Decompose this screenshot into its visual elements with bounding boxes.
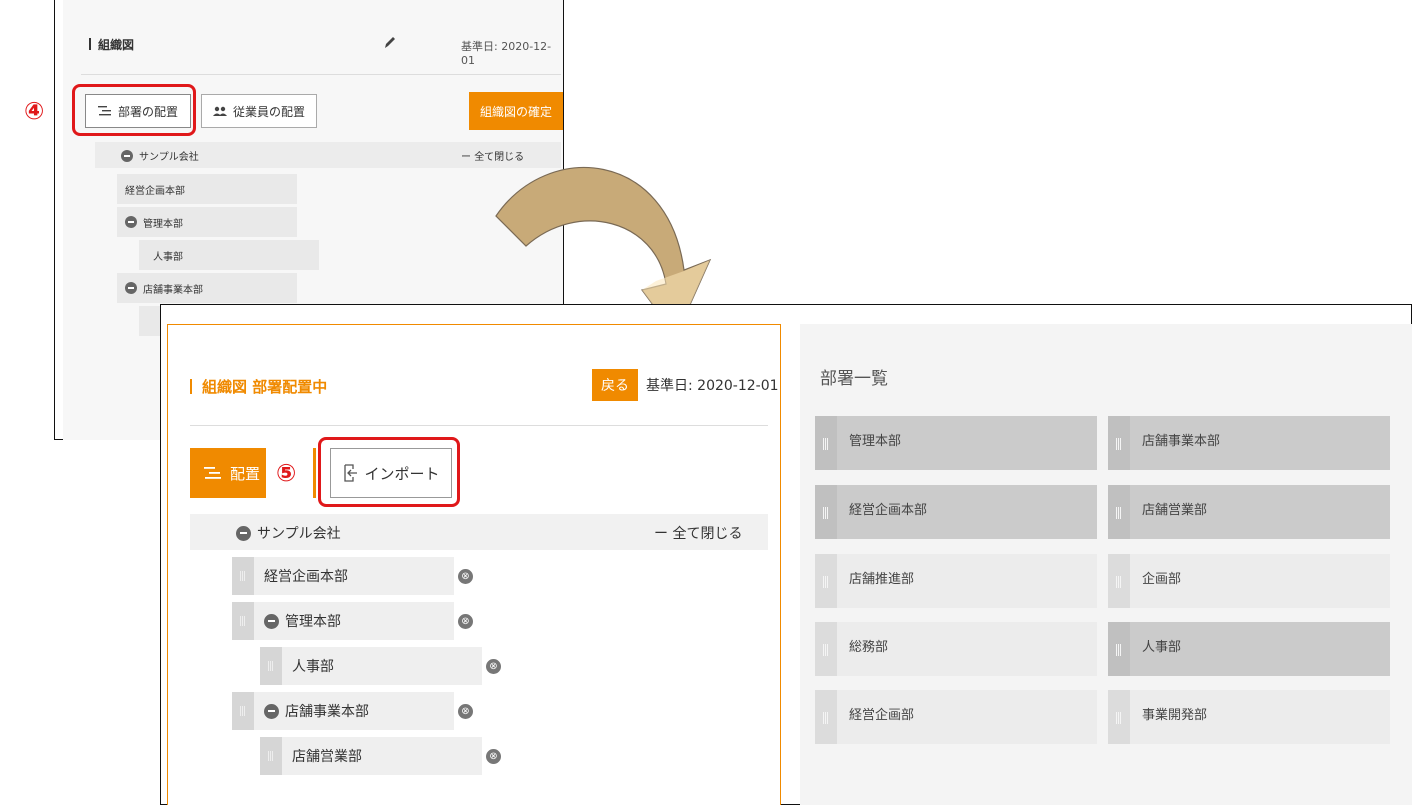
front-base-date: 基準日: 2020-12-01 [646, 378, 779, 394]
drag-handle-icon[interactable] [260, 737, 282, 775]
tree-item[interactable]: 人事部 [260, 647, 482, 685]
tree-item[interactable]: 管理本部 [232, 602, 454, 640]
department-name: 管理本部 [849, 434, 902, 449]
divider [81, 74, 561, 75]
back-base-date: 基準日: 2020-12-01 [461, 40, 552, 67]
department-name: 人事部 [1142, 640, 1182, 655]
department-name: 経営企画部 [849, 708, 915, 723]
tree-item[interactable]: 店舗事業本部 [117, 273, 297, 303]
drag-handle-icon[interactable] [1108, 485, 1130, 539]
drag-handle-icon[interactable] [232, 557, 254, 595]
placement-label: 配置 [230, 464, 261, 483]
department-card[interactable]: 経営企画本部 [815, 485, 1097, 539]
tree-item-label: 店舗営業部 [292, 749, 362, 765]
drag-handle-icon[interactable] [1108, 554, 1130, 608]
tree-item-label: 人事部 [292, 659, 334, 675]
step5-number: ⑤ [276, 459, 297, 487]
department-card[interactable]: 管理本部 [815, 416, 1097, 470]
tree-item-label: 経営企画本部 [264, 569, 348, 585]
tree-root-label: サンプル会社 [139, 152, 199, 163]
tree-item[interactable]: 経営企画本部 [232, 557, 454, 595]
remove-icon[interactable]: ⊗ [486, 749, 501, 764]
drag-handle-icon[interactable] [815, 485, 837, 539]
collapse-icon [236, 525, 251, 541]
collapse-icon[interactable] [264, 703, 279, 719]
remove-icon[interactable]: ⊗ [458, 569, 473, 584]
people-icon [212, 106, 227, 116]
tree-root-label: サンプル会社 [257, 526, 341, 542]
tree-item[interactable]: 管理本部 [117, 207, 297, 237]
drag-handle-icon[interactable] [1108, 622, 1130, 676]
placement-button[interactable]: 配置 [190, 448, 266, 498]
divider [190, 425, 768, 426]
department-card[interactable]: 経営企画部 [815, 690, 1097, 744]
department-card[interactable]: 企画部 [1108, 554, 1390, 608]
front-page-title: 組織図 部署配置中 [190, 376, 327, 397]
tree-root[interactable]: サンプル会社 [121, 148, 199, 163]
front-tree-header: サンプル会社 ー 全て閉じる [190, 514, 768, 550]
collapse-icon[interactable] [125, 282, 137, 294]
tree-item[interactable]: 経営企画本部 [117, 174, 297, 204]
drag-handle-icon[interactable] [1108, 690, 1130, 744]
employee-placement-tab[interactable]: 従業員の配置 [201, 94, 317, 128]
tree-item[interactable]: 人事部 [139, 240, 319, 270]
remove-icon[interactable]: ⊗ [458, 704, 473, 719]
tree-item-label: 管理本部 [285, 614, 341, 630]
department-name: 事業開発部 [1142, 708, 1208, 723]
department-name: 総務部 [849, 640, 889, 655]
back-button[interactable]: 戻る [592, 369, 638, 401]
remove-icon[interactable]: ⊗ [458, 614, 473, 629]
drag-handle-icon[interactable] [232, 602, 254, 640]
drag-handle-icon[interactable] [260, 647, 282, 685]
department-name: 店舗事業本部 [1142, 434, 1221, 449]
collapse-icon [121, 149, 133, 162]
department-card[interactable]: 人事部 [1108, 622, 1390, 676]
drag-handle-icon[interactable] [815, 622, 837, 676]
tree-item-label: 人事部 [153, 251, 183, 263]
drag-handle-icon[interactable] [815, 416, 837, 470]
tree-item[interactable]: 店舗事業本部 [232, 692, 454, 730]
department-card[interactable]: 店舗推進部 [815, 554, 1097, 608]
tree-item-label: 店舗事業本部 [143, 284, 203, 296]
department-name: 経営企画本部 [849, 503, 928, 518]
step5-highlight-box [318, 437, 460, 507]
department-card[interactable]: 店舗事業本部 [1108, 416, 1390, 470]
back-page-title: 組織図 [89, 36, 134, 53]
department-card[interactable]: 事業開発部 [1108, 690, 1390, 744]
remove-icon[interactable]: ⊗ [486, 659, 501, 674]
minus-icon: ー [654, 526, 673, 542]
department-name: 店舗営業部 [1142, 503, 1208, 518]
minus-icon: ー [461, 152, 475, 163]
tree-item-label: 管理本部 [143, 218, 183, 230]
orange-divider [313, 448, 316, 498]
drag-handle-icon[interactable] [1108, 416, 1130, 470]
tree-item[interactable]: 店舗営業部 [260, 737, 482, 775]
tree-icon [204, 467, 221, 479]
collapse-all-link[interactable]: ー 全て閉じる [654, 523, 742, 543]
drag-handle-icon[interactable] [232, 692, 254, 730]
drag-handle-icon[interactable] [815, 554, 837, 608]
step4-highlight-box [72, 84, 196, 136]
tab-label: 従業員の配置 [232, 104, 305, 119]
department-card[interactable]: 店舗営業部 [1108, 485, 1390, 539]
department-name: 店舗推進部 [849, 572, 915, 587]
department-list-title: 部署一覧 [820, 369, 888, 389]
tree-item-label: 店舗事業本部 [285, 704, 369, 720]
department-name: 企画部 [1142, 572, 1182, 587]
tree-root[interactable]: サンプル会社 [236, 523, 341, 543]
collapse-all-label: 全て閉じる [672, 526, 743, 542]
drag-handle-icon[interactable] [815, 690, 837, 744]
tree-item-label: 経営企画本部 [125, 185, 185, 197]
collapse-icon[interactable] [125, 216, 137, 228]
department-card[interactable]: 総務部 [815, 622, 1097, 676]
confirm-org-chart-button[interactable]: 組織図の確定 [469, 92, 563, 130]
collapse-icon[interactable] [264, 613, 279, 629]
pencil-icon[interactable] [383, 34, 397, 50]
step4-number: ④ [24, 97, 45, 125]
